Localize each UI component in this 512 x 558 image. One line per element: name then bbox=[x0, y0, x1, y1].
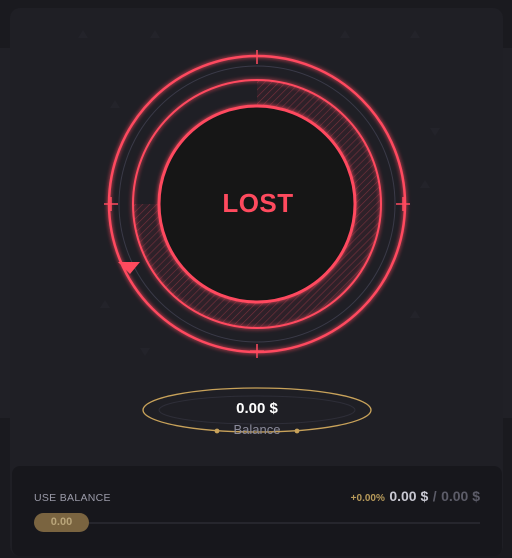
change-percent: +0.00% bbox=[350, 493, 385, 504]
balance-stats: +0.00% 0.00 $ / 0.00 $ bbox=[351, 488, 480, 506]
current-amount: 0.00 $ bbox=[389, 488, 429, 504]
slider-track[interactable] bbox=[34, 522, 480, 524]
balance-display: 0.00 $ Balance bbox=[142, 388, 372, 440]
use-balance-label: USE BALANCE bbox=[34, 492, 111, 504]
use-balance-panel: USE BALANCE +0.00% 0.00 $ / 0.00 $ 0.00 bbox=[12, 466, 502, 556]
balance-amount: 0.00 $ bbox=[236, 400, 278, 417]
amount-separator: / bbox=[432, 488, 437, 504]
balance-label: Balance bbox=[233, 422, 281, 437]
game-screen: LOST 0.00 $ Balance USE BALANCE +0.00% 0… bbox=[0, 0, 512, 558]
game-status: LOST bbox=[222, 188, 294, 218]
max-amount: 0.00 $ bbox=[441, 488, 480, 504]
balance-slider-handle[interactable]: 0.00 bbox=[34, 513, 89, 532]
